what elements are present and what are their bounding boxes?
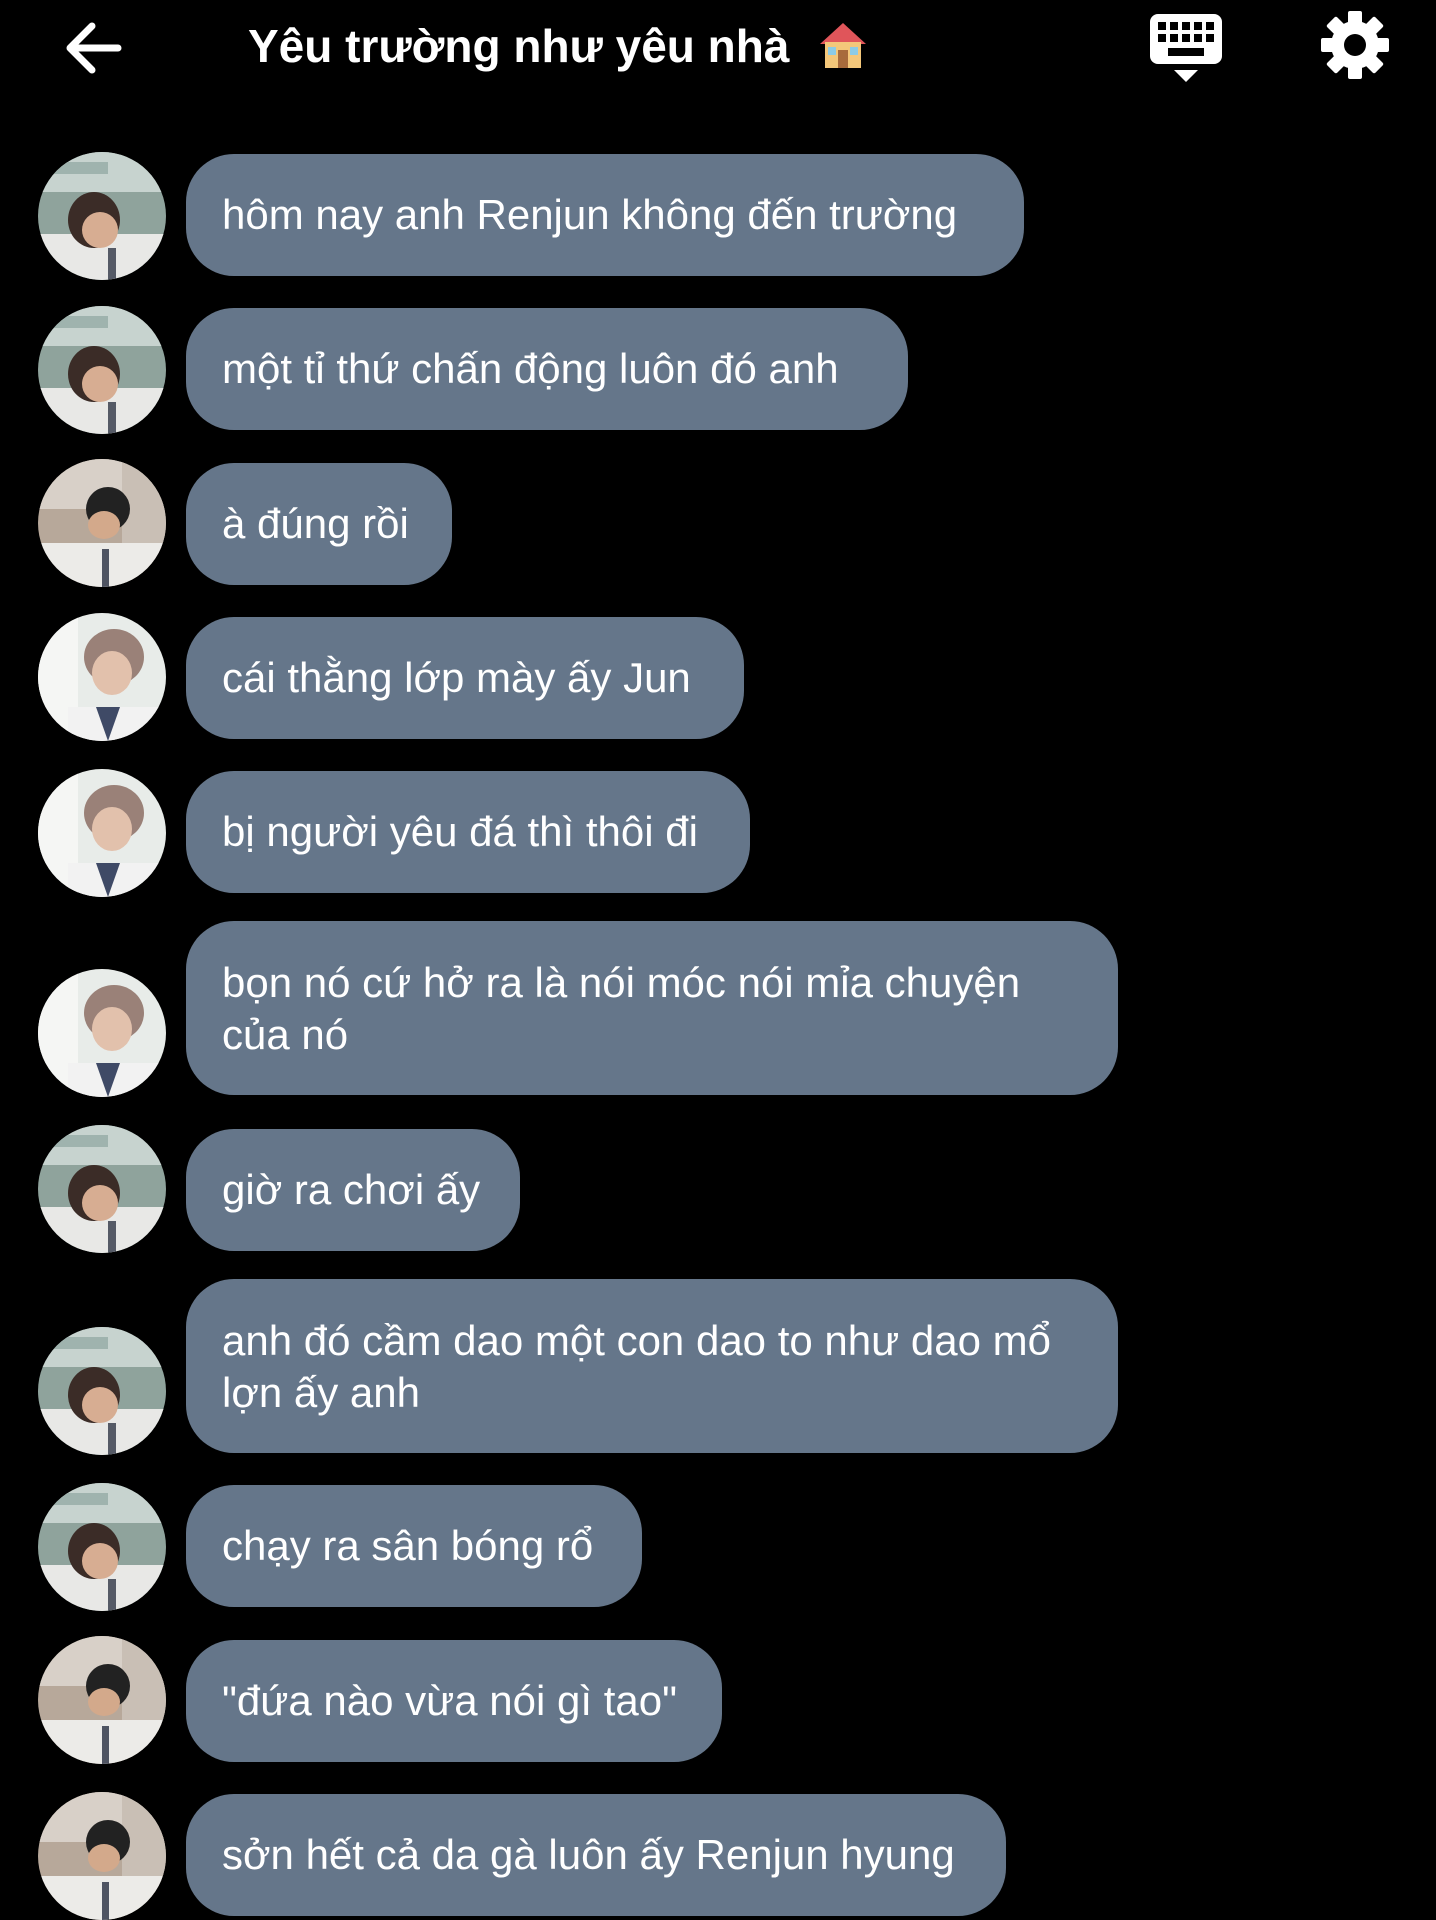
message-text: sởn hết cả da gà luôn ấy Renjun hyung [222,1831,955,1878]
avatar-photo-a [38,1125,166,1253]
message-text: à đúng rồi [222,500,409,547]
message-bubble[interactable]: anh đó cầm dao một con dao to như dao mổ… [186,1279,1118,1453]
message-bubble[interactable]: bị người yêu đá thì thôi đi [186,771,750,893]
sender-avatar[interactable] [38,152,166,280]
message-text: bị người yêu đá thì thôi đi [222,808,698,855]
sender-avatar[interactable] [38,613,166,741]
message-bubble[interactable]: giờ ra chơi ấy [186,1129,520,1251]
sender-avatar[interactable] [38,459,166,587]
sender-avatar[interactable] [38,969,166,1097]
message-text: chạy ra sân bóng rổ [222,1522,594,1569]
message-bubble[interactable]: bọn nó cứ hở ra là nói móc nói mỉa chuyệ… [186,921,1118,1095]
avatar-photo-c [38,613,166,741]
message-text: anh đó cầm dao một con dao to như dao mổ… [222,1317,1051,1416]
message-text: hôm nay anh Renjun không đến trường [222,191,958,238]
avatar-photo-c [38,969,166,1097]
avatar-photo-a [38,1327,166,1455]
message-text: cái thằng lớp mày ấy Jun [222,654,691,701]
avatar-photo-b [38,1636,166,1764]
message-bubble[interactable]: à đúng rồi [186,463,452,585]
sender-avatar[interactable] [38,1483,166,1611]
message-text: một tỉ thứ chấn động luôn đó anh [222,345,839,392]
sender-avatar[interactable] [38,769,166,897]
avatar-photo-b [38,459,166,587]
sender-avatar[interactable] [38,1792,166,1920]
message-bubble[interactable]: sởn hết cả da gà luôn ấy Renjun hyung [186,1794,1006,1916]
avatar-photo-a [38,306,166,434]
sender-avatar[interactable] [38,1636,166,1764]
message-text: giờ ra chơi ấy [222,1166,481,1213]
message-text: "đứa nào vừa nói gì tao" [222,1677,678,1724]
sender-avatar[interactable] [38,306,166,434]
message-text: bọn nó cứ hở ra là nói móc nói mỉa chuyệ… [222,959,1021,1058]
avatar-photo-a [38,152,166,280]
message-list: hôm nay anh Renjun không đến trường một … [0,0,1436,1920]
avatar-photo-b [38,1792,166,1920]
avatar-photo-a [38,1483,166,1611]
message-bubble[interactable]: chạy ra sân bóng rổ [186,1485,642,1607]
avatar-photo-c [38,769,166,897]
sender-avatar[interactable] [38,1125,166,1253]
message-bubble[interactable]: hôm nay anh Renjun không đến trường [186,154,1024,276]
message-bubble[interactable]: "đứa nào vừa nói gì tao" [186,1640,722,1762]
message-bubble[interactable]: cái thằng lớp mày ấy Jun [186,617,744,739]
message-bubble[interactable]: một tỉ thứ chấn động luôn đó anh [186,308,908,430]
sender-avatar[interactable] [38,1327,166,1455]
